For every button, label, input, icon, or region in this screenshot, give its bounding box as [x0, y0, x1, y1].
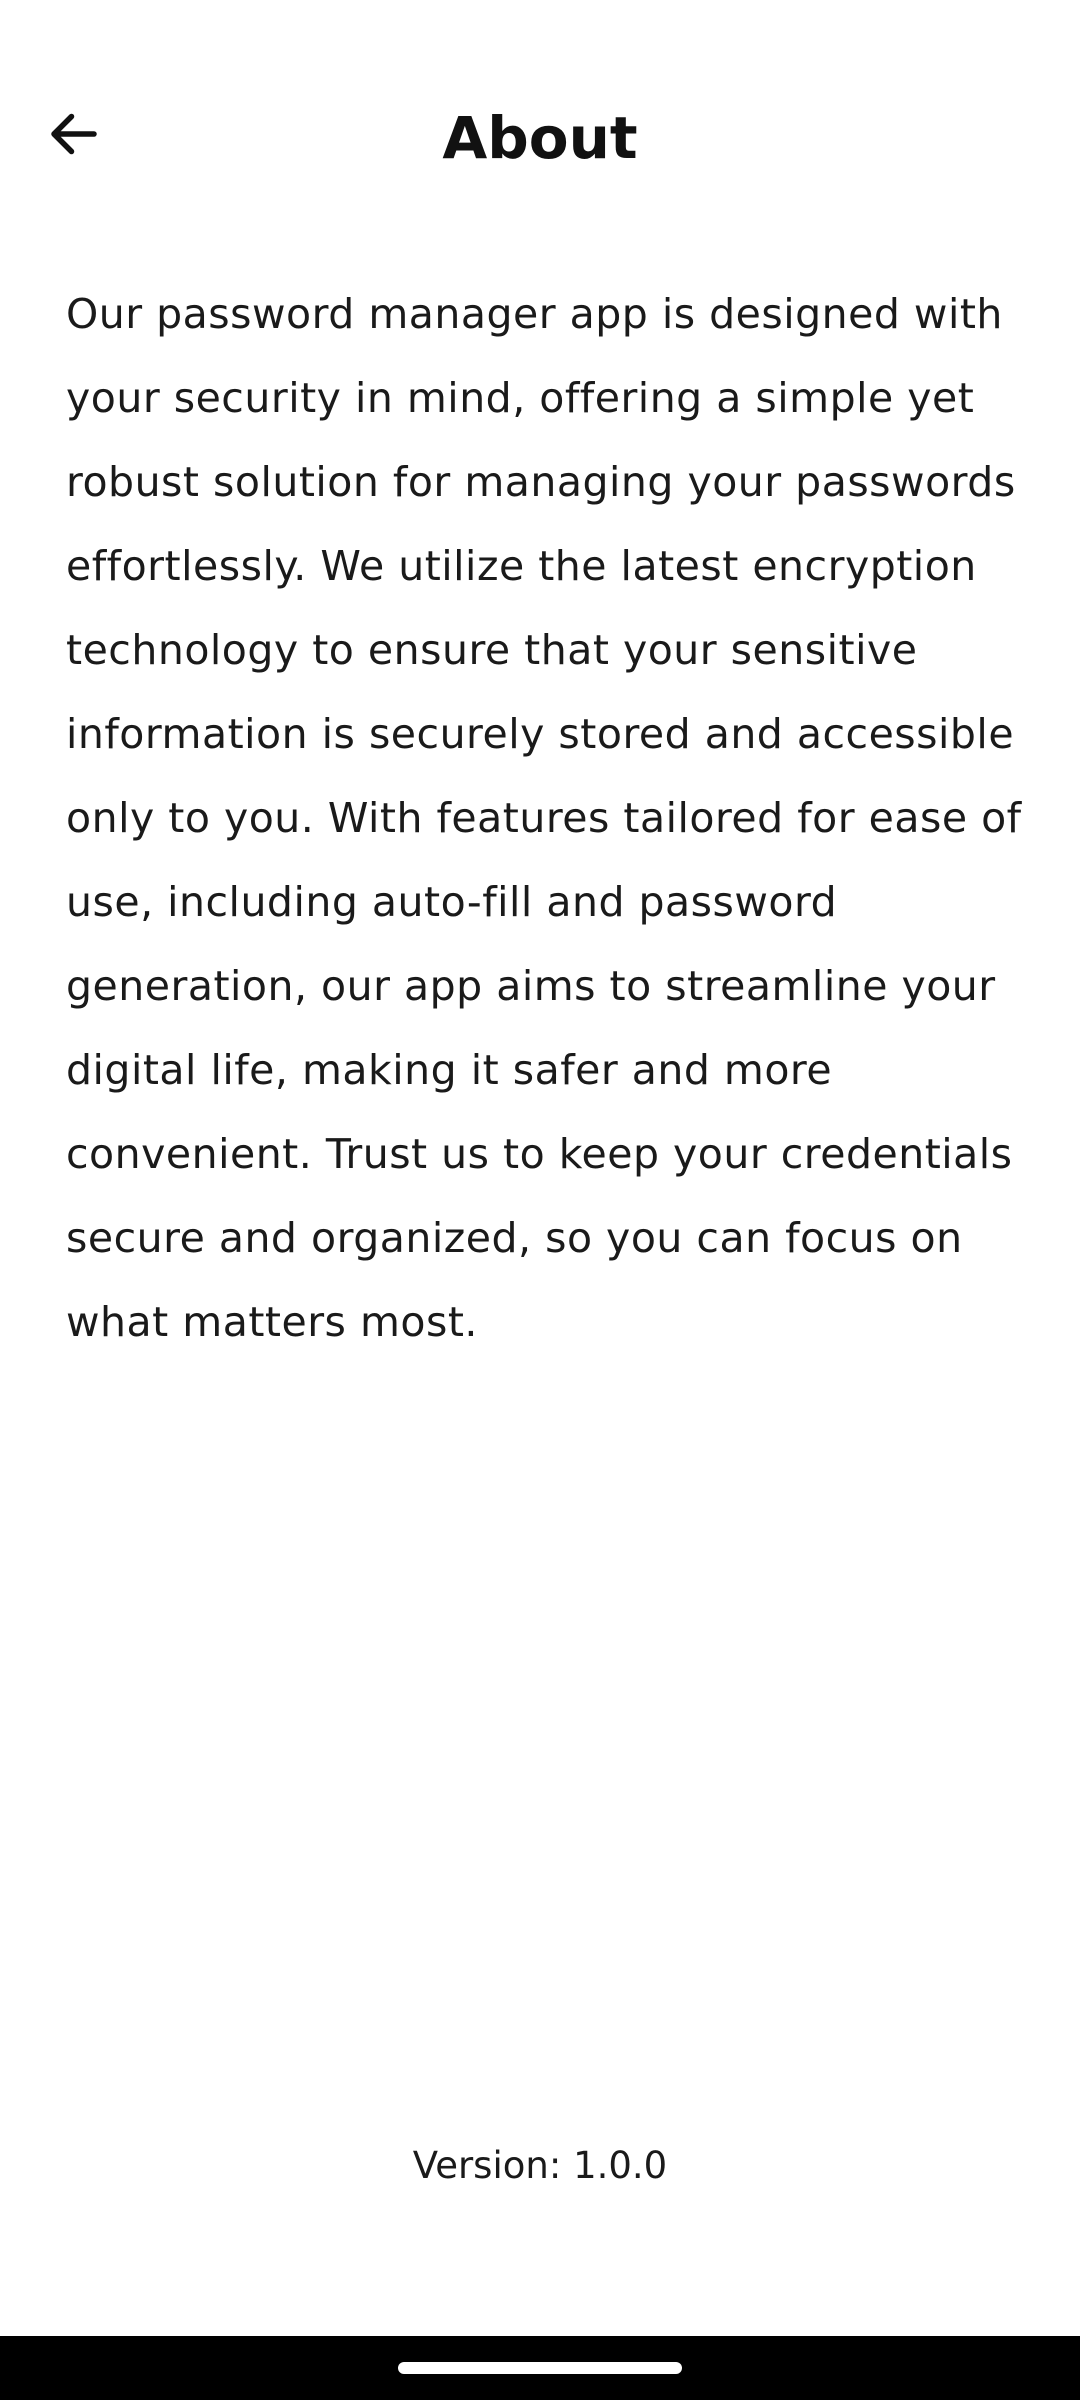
page-title: About [442, 104, 638, 172]
home-indicator[interactable] [398, 2362, 682, 2374]
version-number: 1.0.0 [573, 2144, 668, 2187]
version-label: Version: [412, 2144, 562, 2187]
app-bar: About [0, 0, 1080, 270]
version-info: Version: 1.0.0 [0, 2138, 1080, 2194]
about-description: Our password manager app is designed wit… [66, 290, 1022, 1346]
system-navigation-bar [0, 2336, 1080, 2400]
